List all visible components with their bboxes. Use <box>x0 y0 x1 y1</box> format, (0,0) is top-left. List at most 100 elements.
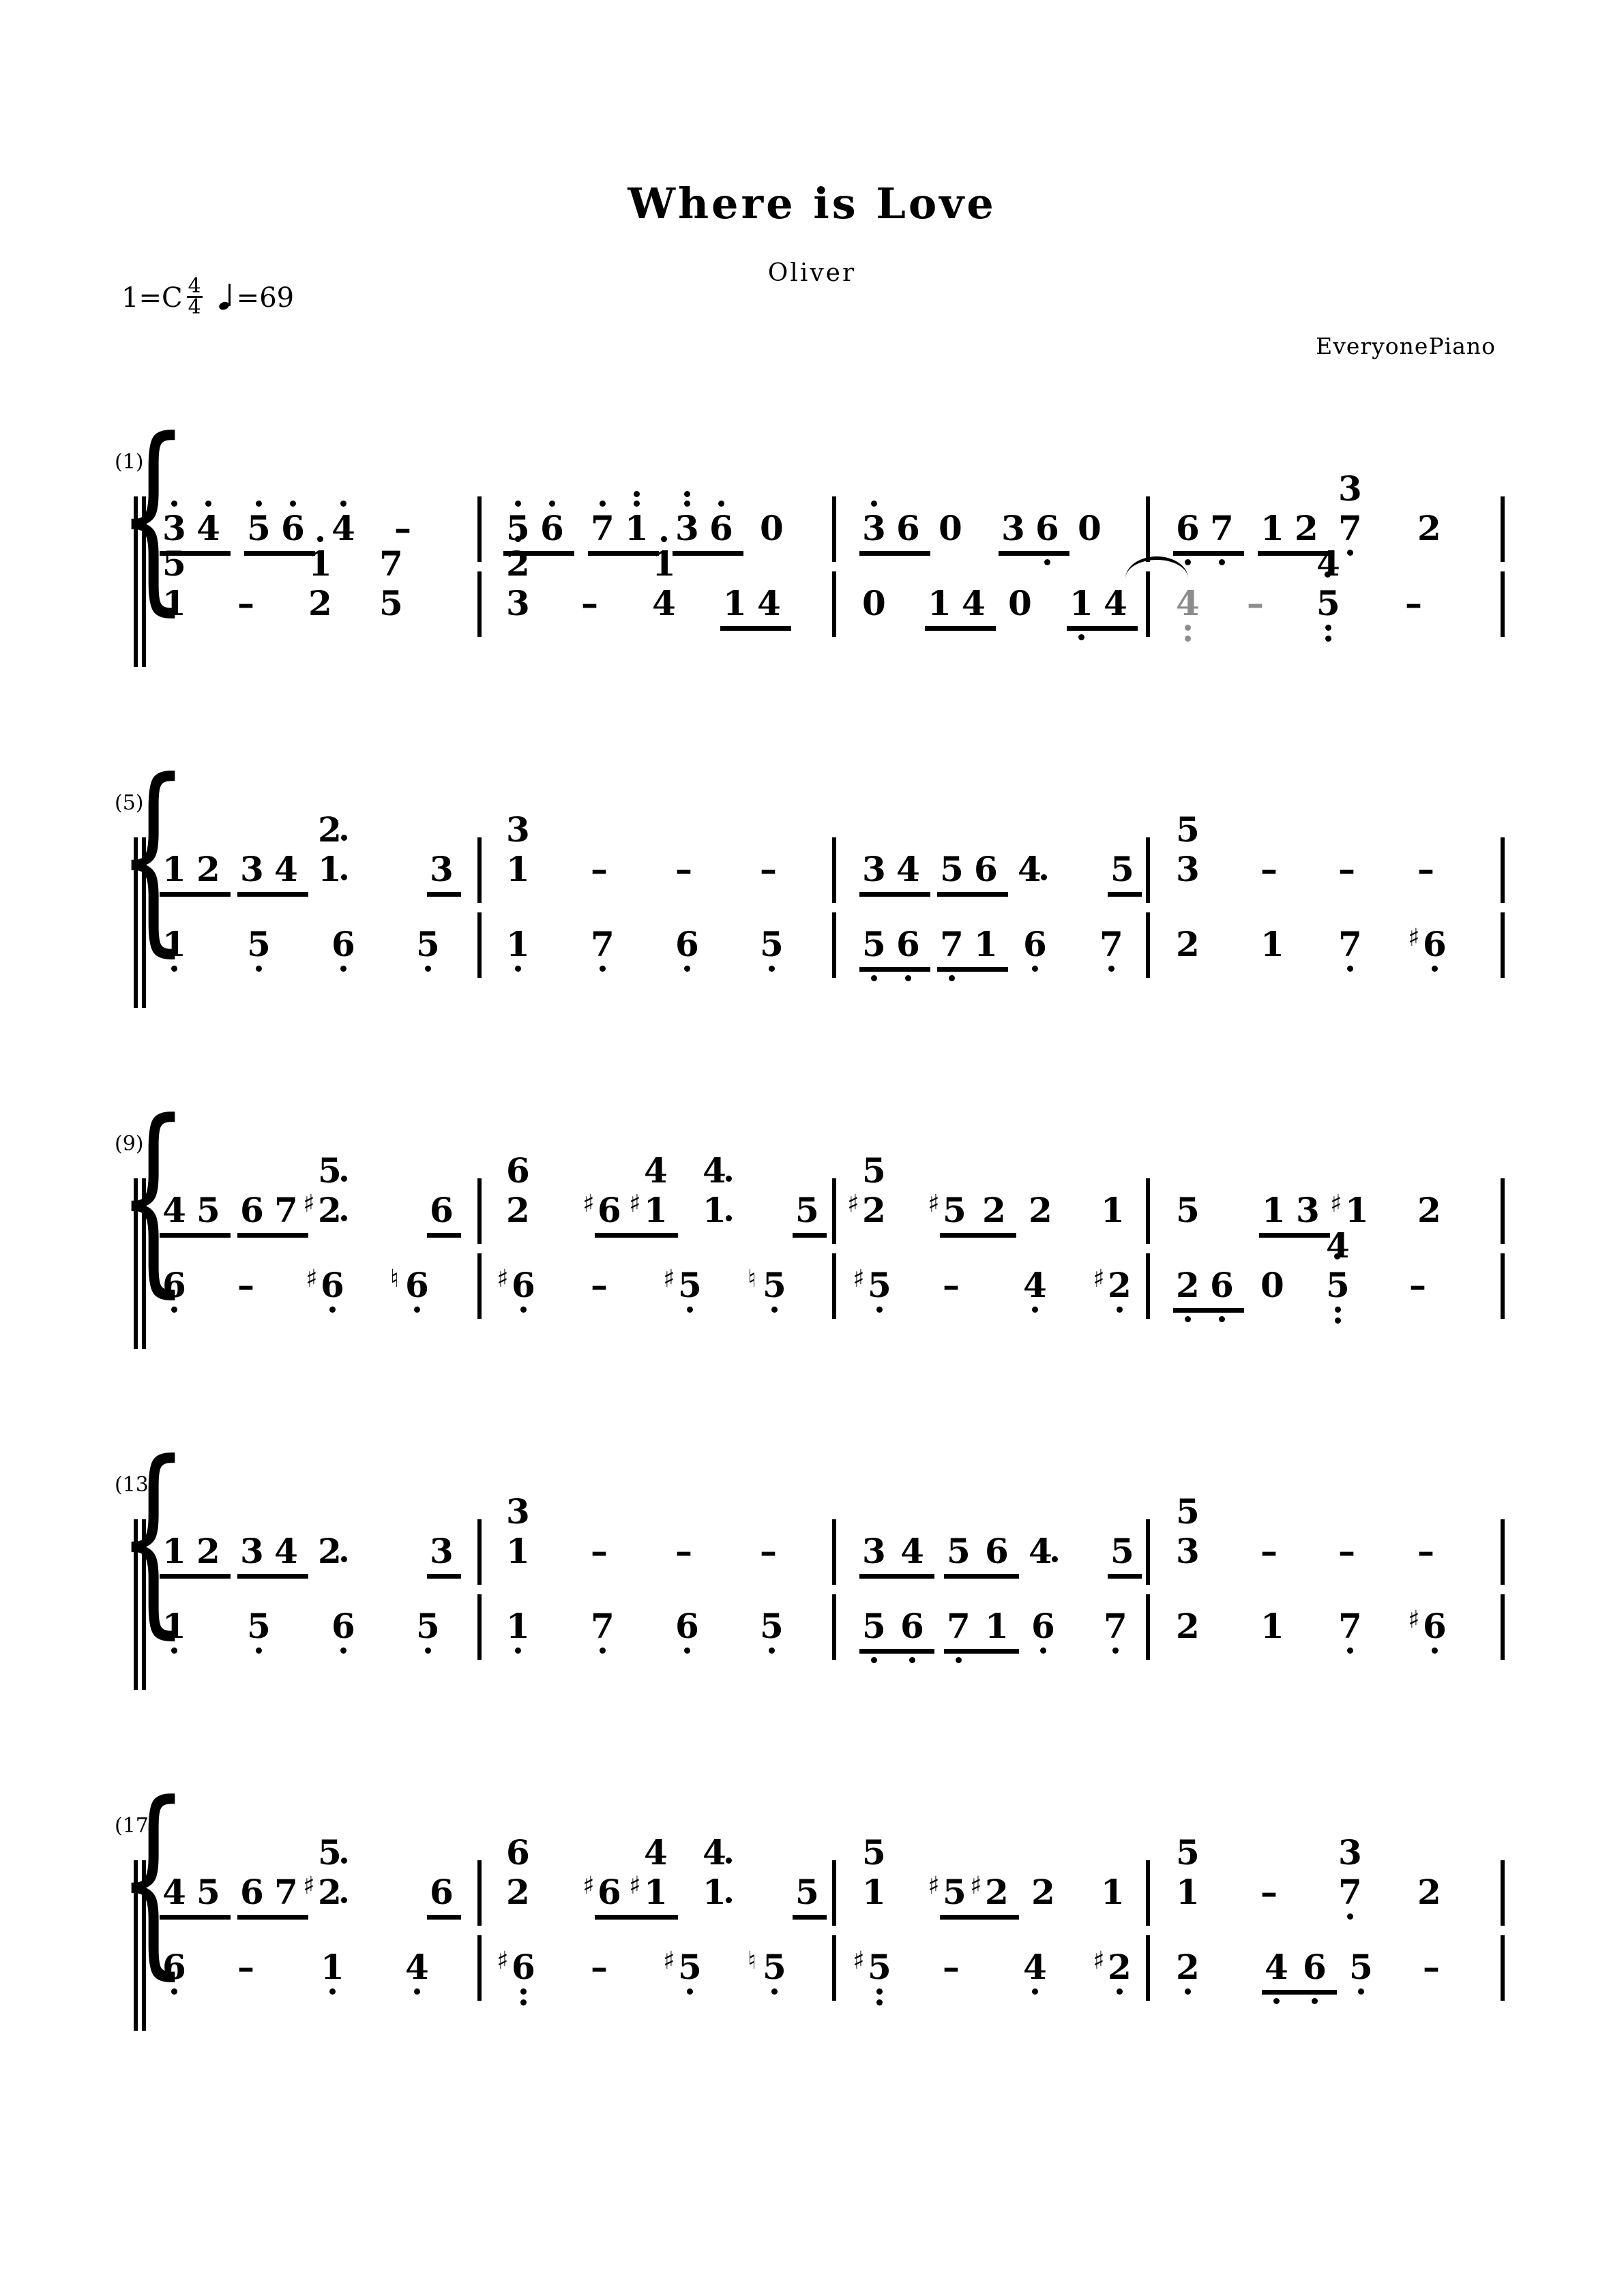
note-7: 7 <box>1104 1606 1127 1646</box>
octave-dot-high <box>290 501 296 507</box>
octave-dot-high <box>634 491 640 497</box>
tempo-value: =69 <box>236 282 295 314</box>
note-5: 5 <box>318 1832 342 1873</box>
beam-line <box>944 1649 1019 1654</box>
note-0: 0 <box>939 508 962 548</box>
note-3: 3 <box>506 1491 530 1532</box>
octave-dot-low <box>905 975 911 981</box>
bar-line <box>142 1860 146 2031</box>
note-6: 6 <box>405 1265 429 1305</box>
note-5: 5 <box>1110 1531 1134 1571</box>
note-4: 4 <box>644 1832 668 1873</box>
note-6: 6 <box>1035 508 1059 548</box>
note-1: 1 <box>974 924 998 964</box>
dash-extender: – <box>675 849 692 889</box>
note-6: 6 <box>985 1531 1009 1571</box>
octave-dot-low <box>876 1999 883 2006</box>
octave-dot-low <box>171 1648 177 1654</box>
bar-line <box>477 837 482 903</box>
octave-dot-low <box>1032 966 1038 972</box>
note-2: 2 <box>1108 1947 1132 1987</box>
augmentation-dot <box>1041 874 1047 880</box>
accidental-sharp: ♯ <box>1330 1190 1342 1218</box>
note-1: 1 <box>644 1872 668 1912</box>
note-7: 7 <box>274 1190 298 1230</box>
dash-extender: – <box>1417 1531 1434 1571</box>
bar-line <box>1501 1935 1505 2001</box>
dash-extender: – <box>1260 1531 1278 1571</box>
beam-line <box>1067 626 1138 631</box>
note-3: 3 <box>430 849 454 889</box>
note-0: 0 <box>862 583 886 623</box>
note-5: 5 <box>162 543 186 584</box>
octave-dot-low <box>520 1988 527 1995</box>
note-6: 6 <box>1031 1606 1055 1646</box>
octave-dot-low <box>1112 1648 1119 1654</box>
bar-line <box>477 1519 482 1585</box>
accidental-sharp: ♯ <box>853 1947 865 1975</box>
octave-dot-high <box>515 536 521 542</box>
beam-line <box>595 1233 678 1238</box>
octave-dot <box>1325 571 1331 578</box>
beam-line <box>940 1915 1019 1920</box>
note-5: 5 <box>416 1606 440 1646</box>
note-5: 5 <box>1176 1832 1200 1873</box>
octave-dot-low <box>1032 1988 1038 1995</box>
octave-dot-low <box>600 1648 606 1654</box>
note-7: 7 <box>274 1872 298 1912</box>
note-6: 6 <box>1423 1606 1447 1646</box>
note-6: 6 <box>321 1265 344 1305</box>
note-5: 5 <box>1326 1265 1350 1305</box>
bar-line <box>1501 912 1505 978</box>
accidental-sharp: ♯ <box>303 1190 315 1218</box>
bar-line <box>134 1860 138 2031</box>
time-signature: 4 4 <box>186 276 203 317</box>
bar-line <box>832 1253 836 1319</box>
note-5: 5 <box>760 1606 784 1646</box>
note-2: 2 <box>1417 508 1441 548</box>
octave-dot-high <box>317 536 323 542</box>
note-5: 5 <box>196 1190 220 1230</box>
octave-dot-low <box>1040 1648 1046 1654</box>
note-3: 3 <box>1176 849 1200 889</box>
augmentation-dot <box>341 1897 347 1903</box>
augmentation-dot <box>726 1858 732 1864</box>
note-1: 1 <box>506 924 530 964</box>
augmentation-dot <box>341 1215 347 1221</box>
note-1: 1 <box>644 1190 668 1230</box>
note-3: 3 <box>862 849 886 889</box>
note-2: 2 <box>1295 508 1318 548</box>
octave-dot-low <box>871 975 877 981</box>
beam-line <box>673 551 743 556</box>
octave-dot-high <box>600 501 606 507</box>
accidental-natural: ♮ <box>748 1265 756 1293</box>
octave-dot <box>1334 1253 1340 1259</box>
note-6: 6 <box>896 924 920 964</box>
dash-extender: – <box>581 583 598 623</box>
bar-line <box>1146 496 1150 562</box>
note-6: 6 <box>1210 1265 1234 1305</box>
bar-line <box>1501 1860 1505 1926</box>
bar-line <box>477 571 482 637</box>
augmentation-dot <box>1052 1556 1058 1562</box>
note-1: 1 <box>703 1872 726 1912</box>
note-3: 3 <box>240 1531 264 1571</box>
octave-dot-low <box>1347 966 1353 972</box>
note-3: 3 <box>862 1531 886 1571</box>
augmentation-dot <box>341 835 347 841</box>
publisher-label: EveryonePiano <box>1316 333 1496 359</box>
note-5: 5 <box>943 1872 966 1912</box>
note-5: 5 <box>795 1190 819 1230</box>
augmentation-dot <box>341 1858 347 1864</box>
beam-line <box>1173 1308 1244 1313</box>
beam-line <box>160 1915 231 1920</box>
note-3: 3 <box>1338 1832 1362 1873</box>
bar-line <box>1146 1935 1150 2001</box>
octave-dot-low <box>1032 1307 1038 1313</box>
bar-line <box>1501 496 1505 562</box>
beam-line <box>859 1574 934 1579</box>
note-5: 5 <box>678 1947 702 1987</box>
octave-dot-low <box>1185 625 1191 631</box>
note-1: 1 <box>162 583 186 623</box>
octave-dot-low <box>515 1648 521 1654</box>
